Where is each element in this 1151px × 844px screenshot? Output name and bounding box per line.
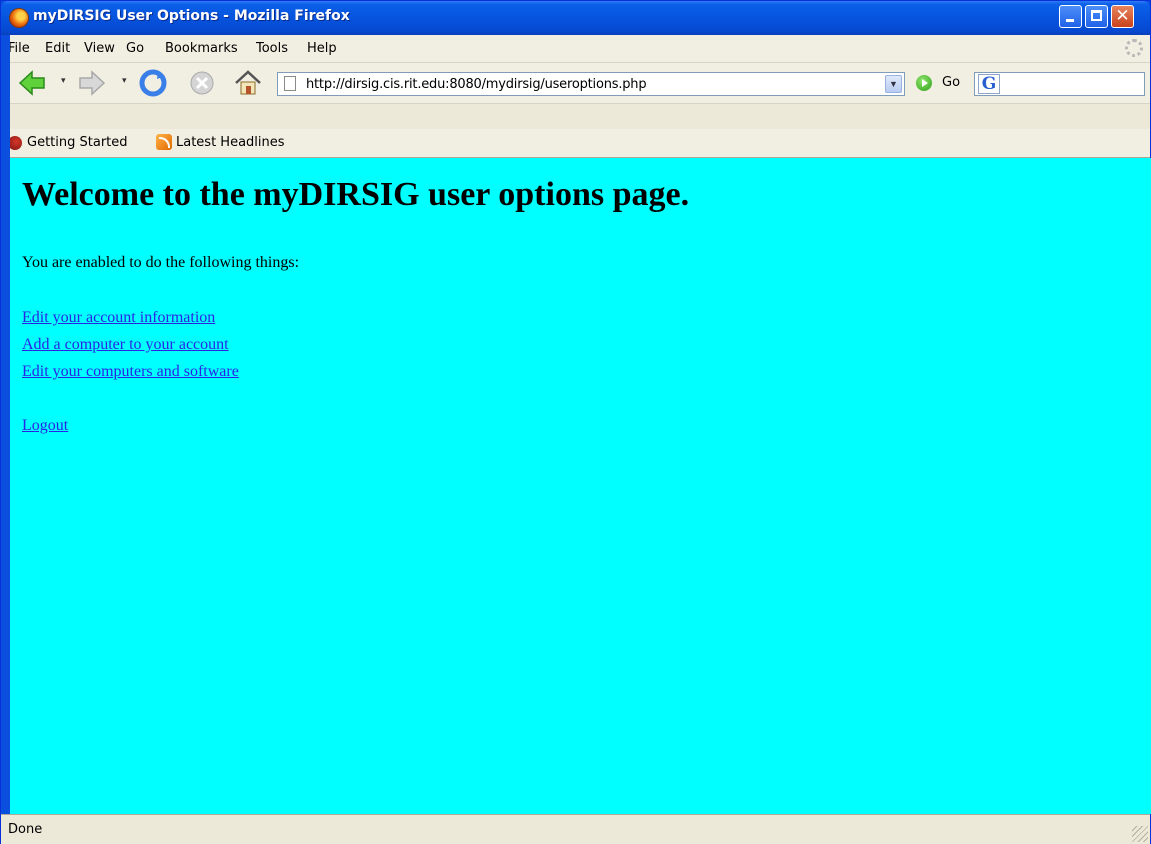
browser-chrome: File Edit View Go Bookmarks Tools Help ▾… — [1, 35, 1150, 158]
resize-grip-icon[interactable] — [1132, 826, 1148, 842]
activity-throbber-icon — [1125, 39, 1143, 57]
stop-icon — [190, 71, 214, 95]
window-border — [1, 35, 10, 815]
reload-button[interactable] — [138, 68, 168, 98]
browser-window: myDIRSIG User Options - Mozilla Firefox … — [0, 0, 1151, 844]
menu-bar: File Edit View Go Bookmarks Tools Help — [1, 35, 1150, 63]
add-computer-link[interactable]: Add a computer to your account — [22, 336, 229, 354]
search-box[interactable]: G — [974, 72, 1145, 96]
page-icon — [284, 76, 296, 91]
url-bar[interactable]: http://dirsig.cis.rit.edu:8080/mydirsig/… — [277, 72, 905, 96]
page-title: Welcome to the myDIRSIG user options pag… — [22, 176, 690, 213]
home-button[interactable] — [233, 68, 263, 98]
menu-tools[interactable]: Tools — [256, 41, 288, 56]
bookmark-latest-headlines[interactable]: Latest Headlines — [176, 135, 285, 150]
home-icon — [235, 70, 261, 95]
firefox-icon — [8, 136, 22, 150]
navigation-toolbar: ▾ ▾ http://dirsig.cis.rit.edu:8080/mydir… — [1, 63, 1150, 104]
firefox-logo-icon — [9, 8, 29, 28]
rss-icon — [156, 134, 172, 150]
edit-computers-software-link[interactable]: Edit your computers and software — [22, 363, 239, 381]
window-title: myDIRSIG User Options - Mozilla Firefox — [33, 8, 350, 24]
forward-button[interactable] — [77, 68, 107, 98]
reload-icon — [139, 69, 167, 97]
menu-edit[interactable]: Edit — [45, 41, 70, 56]
page-content: Welcome to the myDIRSIG user options pag… — [10, 158, 1151, 814]
google-search-engine-icon[interactable]: G — [978, 74, 1000, 94]
url-text[interactable]: http://dirsig.cis.rit.edu:8080/mydirsig/… — [306, 77, 647, 92]
url-history-dropdown-icon[interactable]: ▼ — [885, 75, 902, 93]
title-bar[interactable]: myDIRSIG User Options - Mozilla Firefox … — [1, 1, 1150, 35]
menu-go[interactable]: Go — [126, 41, 144, 56]
back-button[interactable] — [17, 68, 47, 98]
back-history-dropdown-icon[interactable]: ▾ — [61, 75, 66, 86]
stop-button[interactable] — [187, 68, 217, 98]
back-arrow-icon — [18, 70, 45, 96]
menu-view[interactable]: View — [84, 41, 115, 56]
edit-account-link[interactable]: Edit your account information — [22, 309, 215, 327]
intro-text: You are enabled to do the following thin… — [22, 254, 300, 271]
maximize-icon — [1091, 10, 1102, 21]
status-bar: Done — [1, 814, 1150, 844]
menu-file[interactable]: File — [8, 41, 30, 56]
close-button[interactable]: ✕ — [1111, 5, 1134, 28]
bookmark-getting-started[interactable]: Getting Started — [27, 135, 128, 150]
minimize-icon — [1066, 19, 1074, 22]
maximize-button[interactable] — [1085, 5, 1108, 28]
status-text: Done — [8, 822, 43, 837]
go-button[interactable]: Go — [942, 75, 960, 90]
bookmarks-toolbar: Getting Started Latest Headlines — [1, 129, 1150, 158]
logout-link[interactable]: Logout — [22, 417, 68, 435]
forward-arrow-icon — [79, 70, 106, 96]
minimize-button[interactable] — [1059, 5, 1082, 28]
go-icon[interactable] — [916, 75, 932, 91]
menu-help[interactable]: Help — [307, 41, 337, 56]
forward-history-dropdown-icon[interactable]: ▾ — [122, 75, 127, 86]
close-icon: ✕ — [1115, 6, 1130, 26]
menu-bookmarks[interactable]: Bookmarks — [165, 41, 238, 56]
